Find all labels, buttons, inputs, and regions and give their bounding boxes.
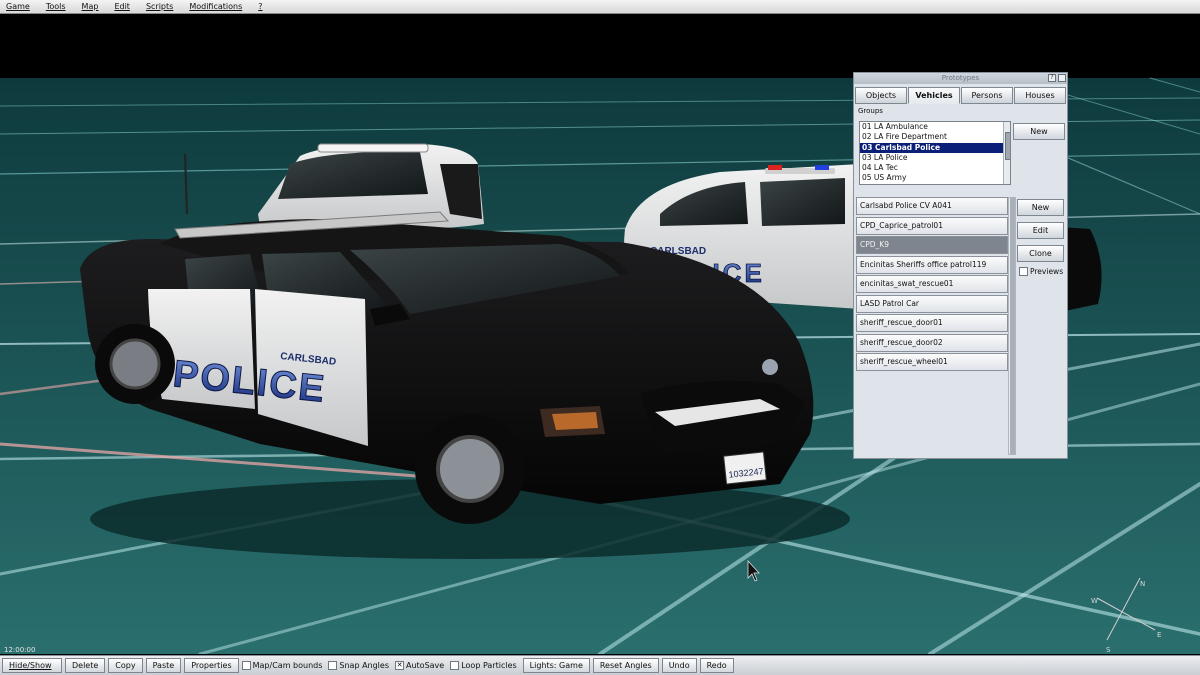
loop-particles-checkbox[interactable] (450, 661, 460, 670)
vehicle-item-selected[interactable]: CPD_K9 (856, 236, 1008, 254)
close-icon[interactable] (1058, 74, 1066, 82)
vehicles-scroll-thumb[interactable] (1010, 198, 1015, 454)
map-cam-bounds-toggle[interactable]: Map/Cam bounds (241, 661, 323, 670)
groups-list[interactable]: 01 LA Ambulance 02 LA Fire Department 03… (859, 121, 1011, 185)
lights-mode-button[interactable]: Lights: Game (522, 658, 590, 673)
compass-s: S (1106, 646, 1111, 654)
prototypes-titlebar[interactable]: Prototypes ? (854, 73, 1067, 84)
group-item[interactable]: 05 US Army (860, 173, 1010, 183)
group-item[interactable]: 03 LA Police (860, 153, 1010, 163)
vehicles-scrollbar[interactable] (1008, 197, 1016, 455)
tab-houses[interactable]: Houses (1014, 87, 1066, 104)
vehicle-item[interactable]: sheriff_rescue_wheel01 (856, 353, 1008, 371)
undo-button[interactable]: Undo (661, 658, 697, 673)
vehicle-edit-button[interactable]: Edit (1017, 222, 1064, 239)
menu-edit[interactable]: Edit (112, 2, 139, 11)
vehicle-item[interactable]: sheriff_rescue_door02 (856, 333, 1008, 352)
reset-angles-button[interactable]: Reset Angles (592, 658, 659, 673)
previews-checkbox[interactable] (1019, 267, 1028, 276)
groups-scroll-thumb[interactable] (1005, 132, 1010, 160)
vehicle-item[interactable]: Encinitas Sheriffs office patrol119 (856, 255, 1008, 274)
tab-persons[interactable]: Persons (961, 87, 1013, 104)
hide-show-button[interactable]: Hide/Show (2, 658, 62, 673)
snap-angles-checkbox[interactable] (328, 661, 338, 670)
menu-scripts[interactable]: Scripts (144, 2, 182, 11)
compass-n: N (1140, 580, 1146, 588)
groups-scrollbar[interactable] (1003, 122, 1010, 184)
group-item[interactable]: 01 LA Ambulance (860, 122, 1010, 132)
menu-help[interactable]: ? (256, 2, 271, 11)
vehicle-item[interactable]: sheriff_rescue_door01 (856, 314, 1008, 332)
previews-label: Previews (1030, 267, 1064, 276)
copy-button[interactable]: Copy (108, 658, 143, 673)
vehicles-list[interactable]: Carlsabd Police CV A041 CPD_Caprice_patr… (856, 197, 1008, 457)
group-item[interactable]: 02 LA Fire Department (860, 132, 1010, 142)
tab-objects[interactable]: Objects (855, 87, 907, 104)
editor-viewport[interactable]: CARLSBAD POLICE (0, 14, 1200, 654)
loop-particles-label: Loop Particles (461, 661, 517, 670)
paste-button[interactable]: Paste (145, 658, 182, 673)
menu-modifications[interactable]: Modifications (187, 2, 251, 11)
sky (0, 14, 1200, 78)
vehicle-clone-button[interactable]: Clone (1017, 245, 1064, 262)
bottom-toolbar: Hide/Show Delete Copy Paste Properties M… (0, 655, 1200, 675)
prototypes-title: Prototypes (941, 74, 980, 82)
snap-angles-toggle[interactable]: Snap Angles (328, 661, 389, 670)
map-cam-bounds-label: Map/Cam bounds (252, 661, 323, 670)
loop-particles-toggle[interactable]: Loop Particles (450, 661, 517, 670)
map-cam-bounds-checkbox[interactable] (241, 661, 251, 670)
vehicle-item[interactable]: CPD_Caprice_patrol01 (856, 216, 1008, 235)
vehicle-item[interactable]: Carlsabd Police CV A041 (856, 197, 1008, 215)
menu-map[interactable]: Map (80, 2, 108, 11)
vehicle-new-button[interactable]: New (1017, 199, 1064, 216)
tab-vehicles[interactable]: Vehicles (908, 87, 960, 104)
menu-tools[interactable]: Tools (44, 2, 75, 11)
group-new-button[interactable]: New (1013, 123, 1065, 140)
properties-button[interactable]: Properties (184, 658, 239, 673)
groups-label: Groups (858, 107, 883, 115)
prototypes-panel: Prototypes ? Objects Vehicles Persons Ho… (853, 72, 1068, 459)
previews-checkbox-row[interactable]: Previews (1019, 267, 1063, 276)
menu-bar: Game Tools Map Edit Scripts Modification… (0, 0, 1200, 14)
menu-game[interactable]: Game (4, 2, 39, 11)
group-item[interactable]: 04 LA Tec (860, 163, 1010, 173)
compass-icon (1096, 577, 1156, 641)
prototype-tabs: Objects Vehicles Persons Houses (854, 84, 1067, 104)
delete-button[interactable]: Delete (65, 658, 106, 673)
help-icon[interactable]: ? (1048, 74, 1056, 82)
snap-angles-label: Snap Angles (339, 661, 389, 670)
vehicle-item[interactable]: encinitas_swat_rescue01 (856, 275, 1008, 293)
game-clock: 12:00:00 (4, 646, 36, 654)
compass-widget: N E S W (1085, 570, 1165, 654)
autosave-checkbox[interactable]: ✕ (395, 661, 404, 670)
compass-e: E (1157, 631, 1162, 639)
redo-button[interactable]: Redo (699, 658, 734, 673)
autosave-label: AutoSave (406, 661, 445, 670)
compass-w: W (1091, 597, 1098, 605)
vehicle-item[interactable]: LASD Patrol Car (856, 294, 1008, 313)
group-item-selected[interactable]: 03 Carlsbad Police (860, 142, 1010, 153)
autosave-toggle[interactable]: ✕ AutoSave (395, 661, 444, 670)
